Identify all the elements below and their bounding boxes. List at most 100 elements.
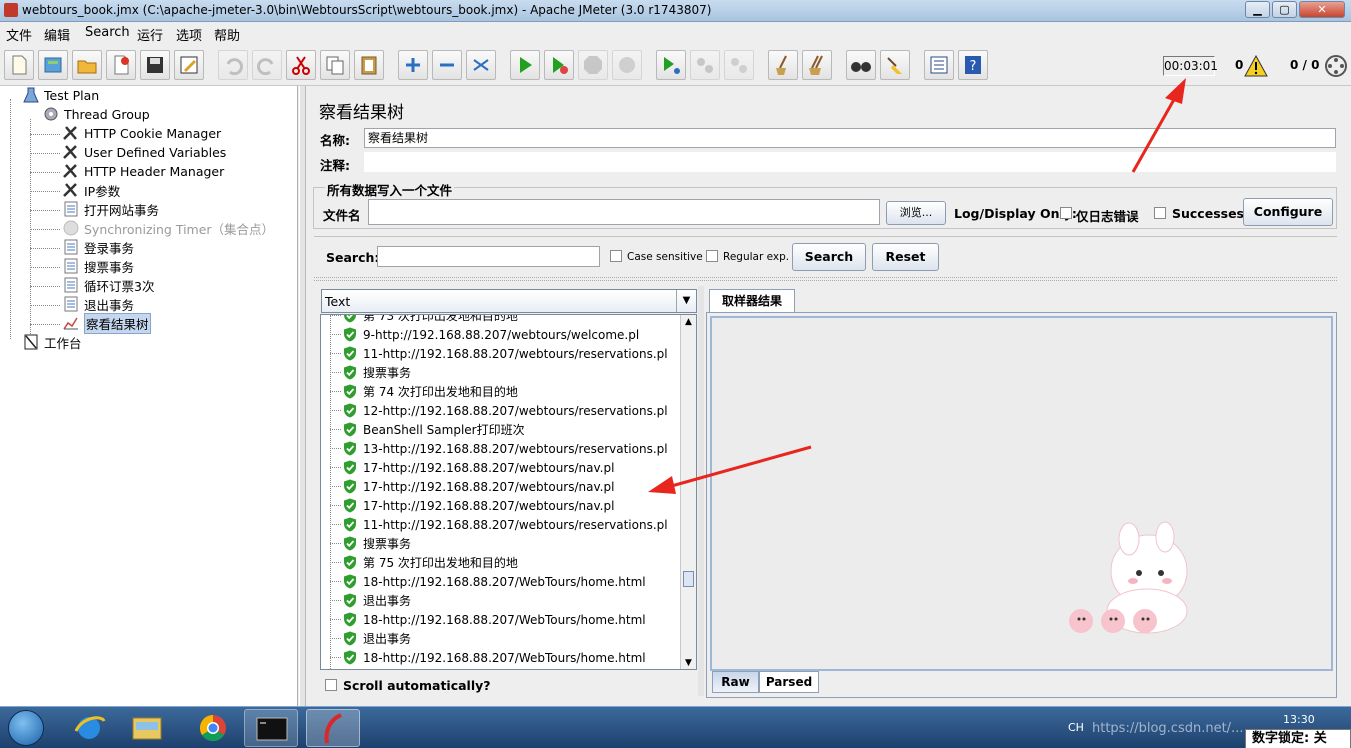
taskbar-cmd[interactable]: [244, 709, 298, 747]
toggle-button[interactable]: [466, 50, 496, 80]
tree-item-user-defined-variables[interactable]: User Defined Variables: [62, 143, 226, 161]
result-row[interactable]: 13-http://192.168.88.207/webtours/reserv…: [343, 439, 668, 458]
copy-button[interactable]: [320, 50, 350, 80]
remote-engines-icon[interactable]: [1324, 54, 1348, 78]
errors-only-checkbox[interactable]: [1060, 207, 1072, 219]
result-row[interactable]: 退出事务: [343, 667, 411, 669]
result-row[interactable]: 11-http://192.168.88.207/webtours/reserv…: [343, 515, 668, 534]
help-button[interactable]: ?: [958, 50, 988, 80]
clock[interactable]: 13:30: [1283, 713, 1315, 726]
tree-item-logout-transaction[interactable]: 退出事务: [62, 295, 134, 313]
result-row[interactable]: 18-http://192.168.88.207/WebTours/home.h…: [343, 610, 646, 629]
browse-button[interactable]: 浏览...: [886, 201, 946, 225]
comment-input[interactable]: [364, 152, 1336, 172]
remote-shutdown-button[interactable]: [724, 50, 754, 80]
tree-item-workbench[interactable]: 工作台: [22, 333, 82, 351]
close-button[interactable]: ✕: [1299, 1, 1345, 18]
vertical-splitter[interactable]: [698, 286, 704, 696]
undo-button[interactable]: [218, 50, 248, 80]
redo-button[interactable]: [252, 50, 282, 80]
name-input[interactable]: 察看结果树: [364, 128, 1336, 148]
result-row[interactable]: 退出事务: [343, 591, 411, 610]
filename-input[interactable]: [368, 199, 880, 225]
result-row[interactable]: 第 74 次打印出发地和目的地: [343, 382, 518, 401]
result-row[interactable]: 搜票事务: [343, 363, 411, 382]
result-row[interactable]: 17-http://192.168.88.207/webtours/nav.pl: [343, 458, 614, 477]
sample-results-list[interactable]: 第 73 次打印出发地和目的地 9-http://192.168.88.207/w…: [320, 314, 697, 670]
menu-help[interactable]: 帮助: [214, 25, 240, 44]
result-row[interactable]: 18-http://192.168.88.207/WebTours/home.h…: [343, 572, 646, 591]
taskbar-chrome[interactable]: [186, 709, 240, 747]
result-row[interactable]: 退出事务: [343, 629, 411, 648]
result-row[interactable]: 17-http://192.168.88.207/webtours/nav.pl: [343, 496, 614, 515]
reset-search-button[interactable]: [880, 50, 910, 80]
tree-item-thread-group[interactable]: Thread Group: [42, 105, 150, 123]
taskbar-explorer[interactable]: [120, 709, 174, 747]
taskbar-ie[interactable]: [62, 709, 116, 747]
split-divider[interactable]: [299, 86, 306, 706]
scroll-thumb[interactable]: [683, 571, 694, 587]
maximize-button[interactable]: ▢: [1272, 1, 1297, 18]
regex-checkbox[interactable]: [706, 250, 718, 262]
menu-edit[interactable]: 编辑: [44, 25, 70, 44]
result-row[interactable]: 9-http://192.168.88.207/webtours/welcome…: [343, 325, 639, 344]
start-button[interactable]: [510, 50, 540, 80]
tree-item-header-manager[interactable]: HTTP Header Manager: [62, 162, 224, 180]
stop-button[interactable]: [578, 50, 608, 80]
paste-button[interactable]: [354, 50, 384, 80]
function-helper-button[interactable]: [924, 50, 954, 80]
scroll-down-icon[interactable]: ▼: [681, 656, 696, 669]
tree-item-test-plan[interactable]: Test Plan: [22, 86, 99, 104]
menu-run[interactable]: 运行: [137, 25, 163, 44]
result-row[interactable]: 第 73 次打印出发地和目的地: [343, 315, 518, 325]
warning-icon[interactable]: [1244, 55, 1268, 77]
scroll-up-icon[interactable]: ▲: [681, 315, 696, 330]
menu-file[interactable]: 文件: [6, 25, 32, 44]
result-row[interactable]: 12-http://192.168.88.207/webtours/reserv…: [343, 401, 668, 420]
tree-item-cookie-manager[interactable]: HTTP Cookie Manager: [62, 124, 221, 142]
menu-search[interactable]: Search: [85, 25, 130, 40]
case-sensitive-checkbox[interactable]: [610, 250, 622, 262]
clear-all-button[interactable]: [802, 50, 832, 80]
clear-button[interactable]: [768, 50, 798, 80]
minimize-button[interactable]: ▁: [1245, 1, 1270, 18]
result-row[interactable]: 11-http://192.168.88.207/webtours/reserv…: [343, 344, 668, 363]
open-button[interactable]: [72, 50, 102, 80]
tree-item-loop-booking[interactable]: 循环订票3次: [62, 276, 154, 294]
new-button[interactable]: [4, 50, 34, 80]
tree-item-search-transaction[interactable]: 搜票事务: [62, 257, 134, 275]
tab-sampler-result[interactable]: 取样器结果: [709, 289, 795, 312]
expand-all-button[interactable]: [398, 50, 428, 80]
result-row[interactable]: 搜票事务: [343, 534, 411, 553]
results-scrollbar[interactable]: ▲ ▼: [680, 315, 696, 669]
tree-item-open-site-transaction[interactable]: 打开网站事务: [62, 200, 159, 218]
reset-button[interactable]: Reset: [872, 243, 939, 271]
start-orb-icon[interactable]: [8, 710, 44, 746]
successes-checkbox[interactable]: [1154, 207, 1166, 219]
save-as-image-button[interactable]: [174, 50, 204, 80]
collapse-all-button[interactable]: [432, 50, 462, 80]
tree-item-login-transaction[interactable]: 登录事务: [62, 238, 134, 256]
search-input[interactable]: [377, 246, 600, 267]
cut-button[interactable]: [286, 50, 316, 80]
input-language[interactable]: CH: [1068, 721, 1084, 734]
tree-item-ip-params[interactable]: IP参数: [62, 181, 120, 199]
save-button[interactable]: [140, 50, 170, 80]
result-row[interactable]: 17-http://192.168.88.207/webtours/nav.pl: [343, 477, 614, 496]
tree-item-view-results-tree[interactable]: 察看结果树: [62, 312, 151, 334]
remote-start-button[interactable]: [656, 50, 686, 80]
scroll-auto-checkbox[interactable]: [325, 679, 337, 691]
horizontal-splitter[interactable]: [314, 277, 1337, 281]
templates-button[interactable]: [38, 50, 68, 80]
tree-item-sync-timer[interactable]: Synchronizing Timer（集合点）: [62, 219, 274, 237]
remote-stop-button[interactable]: [690, 50, 720, 80]
taskbar-jmeter[interactable]: [306, 709, 360, 747]
renderer-select[interactable]: Text ▼: [321, 289, 697, 313]
start-no-pauses-button[interactable]: [544, 50, 574, 80]
close-file-button[interactable]: [106, 50, 136, 80]
configure-button[interactable]: Configure: [1243, 198, 1333, 226]
menu-options[interactable]: 选项: [176, 25, 202, 44]
shutdown-button[interactable]: [612, 50, 642, 80]
tab-raw[interactable]: Raw: [712, 671, 759, 693]
tab-parsed[interactable]: Parsed: [759, 671, 819, 693]
